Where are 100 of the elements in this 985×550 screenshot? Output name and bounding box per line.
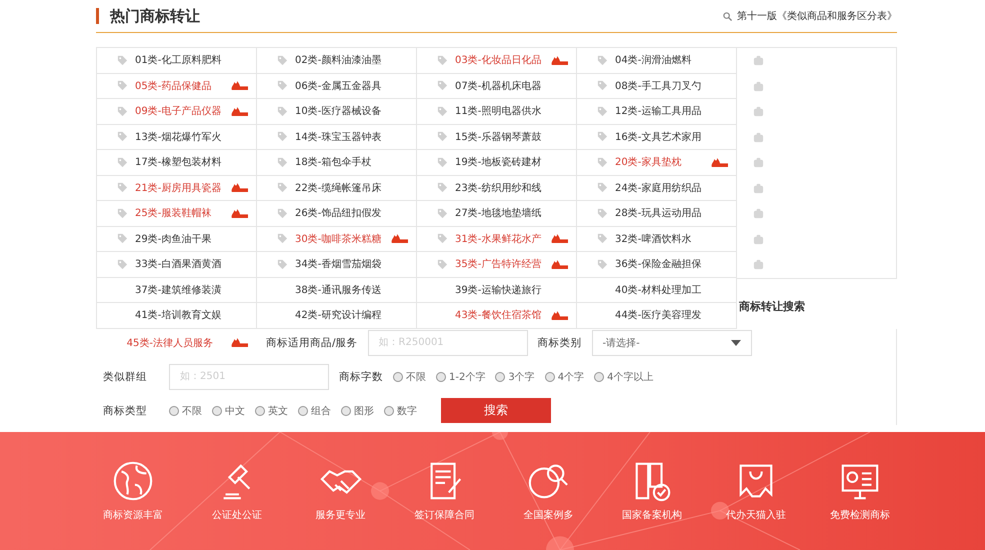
type-radio[interactable]: 中文 xyxy=(212,404,245,418)
length-radio[interactable]: 不限 xyxy=(393,370,426,384)
feature-label: 签订保障合同 xyxy=(414,508,475,522)
network-node xyxy=(492,432,508,440)
feature-label: 商标资源丰富 xyxy=(103,508,163,522)
category-item[interactable]: 06类-金属五金器具 xyxy=(257,74,417,99)
category-item[interactable]: 37类-建筑维修装潢 xyxy=(97,278,257,303)
tag-icon xyxy=(437,106,448,117)
length-radio[interactable]: 4个字 xyxy=(544,370,584,384)
category-item[interactable]: 23类-纺织用纱和线 xyxy=(417,176,577,201)
category-item[interactable]: 25类-服装鞋帽袜 xyxy=(97,201,257,226)
category-item[interactable]: 32类-啤酒饮料水 xyxy=(577,226,737,252)
category-item[interactable]: 29类-肉鱼油干果 xyxy=(97,226,257,252)
type-radio[interactable]: 英文 xyxy=(255,404,288,418)
category-item[interactable]: 05类-药品保健品 xyxy=(97,74,257,99)
type-radio[interactable]: 不限 xyxy=(169,404,202,418)
flame-icon xyxy=(230,80,248,92)
globe-icon xyxy=(112,460,154,502)
category-item[interactable]: 22类-缆绳帐篷吊床 xyxy=(257,176,417,201)
classification-link[interactable]: 第十一版《类似商品和服务区分表》 xyxy=(737,9,897,23)
category-item[interactable]: 24类-家庭用纺织品 xyxy=(577,176,737,201)
category-item[interactable]: 13类-烟花爆竹军火 xyxy=(97,124,257,150)
category-item[interactable]: 03类-化妆品日化品 xyxy=(417,48,577,74)
category-item[interactable]: 17类-橡塑包装材料 xyxy=(97,150,257,176)
flame-icon xyxy=(550,258,568,270)
type-radio[interactable]: 组合 xyxy=(298,404,331,418)
category-icon xyxy=(753,132,764,143)
tag-icon xyxy=(117,106,128,117)
length-radio[interactable]: 3个字 xyxy=(495,370,535,384)
category-item[interactable]: 44类-医疗美容理发 xyxy=(577,303,737,328)
category-icon xyxy=(753,80,764,92)
tag-icon xyxy=(117,182,128,194)
category-icon xyxy=(753,208,764,220)
tag-icon xyxy=(277,131,288,142)
tag-icon xyxy=(597,208,608,219)
tag-icon xyxy=(597,233,608,244)
category-item[interactable]: 21类-厨房用具瓷器 xyxy=(97,176,257,201)
category-item[interactable]: 33类-白酒果酒黄酒 xyxy=(97,252,257,278)
category-item[interactable]: 12类-运输工具用品 xyxy=(577,99,737,124)
category-item[interactable]: 40类-材料处理加工 xyxy=(577,278,737,303)
category-item[interactable]: 16类-文具艺术家用 xyxy=(577,124,737,150)
category-item[interactable]: 11类-照明电器供水 xyxy=(417,99,577,124)
tag-icon xyxy=(597,106,608,117)
network-node xyxy=(546,536,574,550)
category-icon xyxy=(753,182,764,194)
tag-icon xyxy=(597,258,608,270)
network-node xyxy=(371,482,389,500)
category-item[interactable]: 35类-广告特许经营 xyxy=(417,252,577,278)
category-item[interactable]: 14类-珠宝玉器钟表 xyxy=(257,124,417,150)
category-item[interactable]: 39类-运输快递旅行 xyxy=(417,278,577,303)
flame-icon xyxy=(230,208,248,219)
feature-label: 全国案例多 xyxy=(523,508,574,522)
category-icon xyxy=(753,157,764,168)
category-item[interactable]: 28类-玩具运动用品 xyxy=(577,201,737,226)
tag-icon xyxy=(277,156,288,168)
tag-icon xyxy=(277,233,288,244)
category-item[interactable]: 34类-香烟雪茄烟袋 xyxy=(257,252,417,278)
search-button[interactable]: 搜索 xyxy=(441,398,551,423)
category-item[interactable]: 26类-饰品纽扣假发 xyxy=(257,201,417,226)
category-item[interactable]: 41类-培训教育文娱 xyxy=(97,303,257,328)
category-item[interactable]: 20类-家具垫枕 xyxy=(577,150,737,176)
tag-icon xyxy=(117,208,128,219)
category-item[interactable]: 04类-润滑油燃料 xyxy=(577,48,737,74)
category-item[interactable]: 15类-乐器钢琴萧鼓 xyxy=(417,124,577,150)
category-item[interactable]: 42类-研究设计编程 xyxy=(257,303,417,328)
tag-icon xyxy=(117,156,128,168)
search-panel-title: 商标转让搜索 xyxy=(738,298,806,314)
category-icon xyxy=(753,106,764,118)
category-item[interactable]: 07类-机器机床电器 xyxy=(417,74,577,99)
type-radio[interactable]: 数字 xyxy=(384,404,417,418)
category-item[interactable]: 02类-颜料油漆油墨 xyxy=(257,48,417,74)
tag-icon xyxy=(597,156,608,168)
tag-icon xyxy=(437,156,448,168)
caret-icon xyxy=(730,340,741,346)
category-item[interactable]: 43类-餐饮住宿茶馆 xyxy=(417,303,577,328)
class-select[interactable]: -请选择- xyxy=(592,330,752,356)
category-item[interactable]: 19类-地板瓷砖建材 xyxy=(417,150,577,176)
category-item[interactable]: 27类-地毯地垫墙纸 xyxy=(417,201,577,226)
category-item[interactable]: 31类-水果鲜花水产 xyxy=(417,226,577,252)
length-radio[interactable]: 1-2个字 xyxy=(436,370,486,384)
tag-icon xyxy=(597,54,608,66)
category-item[interactable]: 01类-化工原料肥料 xyxy=(97,48,257,74)
category-item[interactable]: 18类-箱包伞手杖 xyxy=(257,150,417,176)
flame-icon xyxy=(390,233,408,244)
tag-icon xyxy=(437,131,448,142)
category-item[interactable]: 30类-咖啡茶米糕糖 xyxy=(257,226,417,252)
category-item[interactable]: 45类-法律人员服务 xyxy=(96,330,256,355)
category-item[interactable]: 09类-电子产品仪器 xyxy=(97,99,257,124)
category-item[interactable]: 10类-医疗器械设备 xyxy=(257,99,417,124)
tag-icon xyxy=(277,80,288,92)
field-label: 类似群组 xyxy=(103,370,147,384)
length-radio[interactable]: 4个字以上 xyxy=(594,370,654,384)
category-item[interactable]: 38类-通讯服务传送 xyxy=(257,278,417,303)
type-radio[interactable]: 图形 xyxy=(341,404,374,418)
tag-icon xyxy=(437,208,448,219)
feature-label: 免费检测商标 xyxy=(830,508,890,522)
category-item[interactable]: 36类-保险金融担保 xyxy=(577,252,737,278)
tag-icon xyxy=(277,106,288,117)
category-item[interactable]: 08类-手工具刀叉勺 xyxy=(577,74,737,99)
tag-icon xyxy=(437,182,448,194)
